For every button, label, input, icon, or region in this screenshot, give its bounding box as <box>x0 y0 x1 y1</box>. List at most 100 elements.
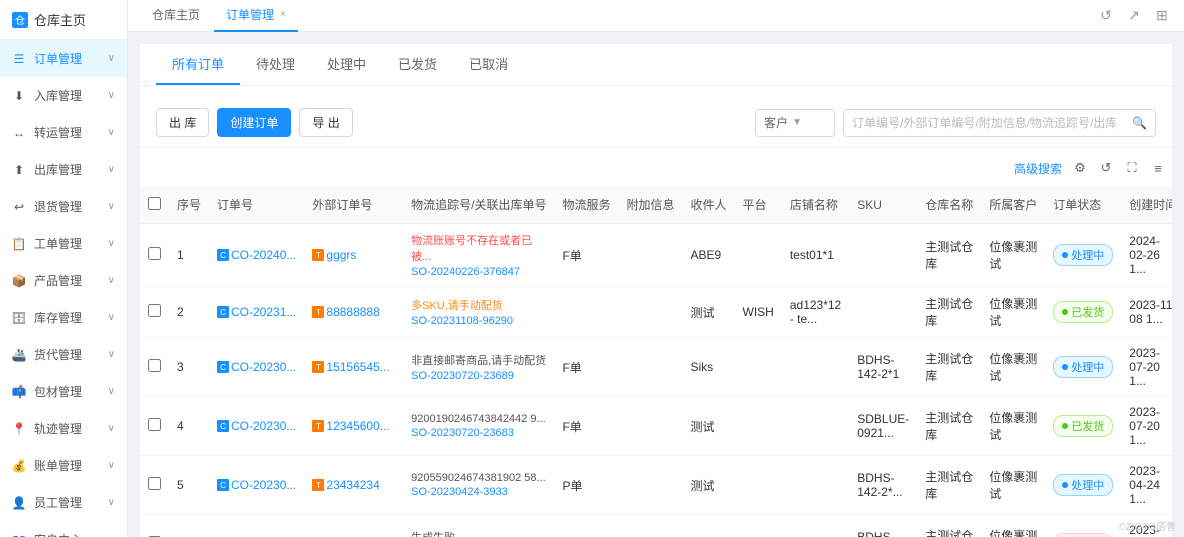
orders-table: 序号订单号外部订单号物流追踪号/关联出库单号物流服务附加信息收件人平台店铺名称S… <box>140 186 1172 537</box>
receiver-cell: 测试 <box>682 287 734 338</box>
search-input[interactable] <box>844 116 1124 130</box>
sidebar-label-product: 产品管理 <box>34 272 100 289</box>
ext-order-link[interactable]: T 12345600... <box>312 419 395 433</box>
warehouse-icon: 仓 <box>12 12 28 28</box>
sidebar-item-packaging[interactable]: 📫 包材管理 ∨ <box>0 373 127 410</box>
col-header-所属客户: 所属客户 <box>981 186 1045 224</box>
ext-order-link[interactable]: T 88888888 <box>312 305 395 319</box>
grid-icon[interactable]: ⊞ <box>1152 6 1172 26</box>
row-checkbox[interactable] <box>148 359 161 372</box>
service-cell <box>554 515 618 537</box>
logistics-so-link[interactable]: SO-20230720-23683 <box>411 427 546 439</box>
create-order-button[interactable]: 创建订单 <box>217 108 291 137</box>
filter-tab-all[interactable]: 所有订单 <box>156 44 240 85</box>
warehouse-cell: 主测试仓库 <box>917 224 981 287</box>
sidebar-item-customer[interactable]: 👥 客户中心 <box>0 521 127 537</box>
logistics-so-link[interactable]: SO-20230424-3933 <box>411 486 546 498</box>
col-header-外部订单号: 外部订单号 <box>304 186 403 224</box>
platform-cell <box>735 224 782 287</box>
logistics-so-link[interactable]: SO-20230720-23689 <box>411 370 546 382</box>
fullscreen-icon[interactable]: ⛶ <box>1122 158 1142 178</box>
tab-orders[interactable]: 订单管理 × <box>214 0 298 32</box>
row-checkbox[interactable] <box>148 418 161 431</box>
filter-tab-processing[interactable]: 处理中 <box>311 44 382 85</box>
extra-info-cell <box>618 338 682 397</box>
filter-tab-cancelled[interactable]: 已取消 <box>453 44 524 85</box>
settings-icon[interactable]: ⚙ <box>1070 158 1090 178</box>
logistics-text: 920559024674381902 58... <box>411 472 546 484</box>
refresh-icon[interactable]: ↺ <box>1096 6 1116 26</box>
sidebar-item-return[interactable]: ↩ 退货管理 ∨ <box>0 188 127 225</box>
sidebar-label-workorder: 工单管理 <box>34 235 100 252</box>
customer-placeholder: 客户 <box>764 114 788 131</box>
sidebar-item-agency[interactable]: 🚢 货代管理 ∨ <box>0 336 127 373</box>
chevron-down-icon: ▼ <box>792 117 802 128</box>
extra-info-cell <box>618 515 682 537</box>
sidebar-logo[interactable]: 仓 仓库主页 <box>0 0 127 40</box>
select-all-checkbox[interactable] <box>148 197 161 210</box>
platform-cell <box>735 397 782 456</box>
inbound-icon: ⬇ <box>12 89 26 103</box>
filter-tabs: 所有订单待处理处理中已发货已取消 <box>140 44 1172 86</box>
outbound-icon: ⬆ <box>12 163 26 177</box>
expand-icon[interactable]: ↗ <box>1124 6 1144 26</box>
sidebar-item-order[interactable]: ☰ 订单管理 ∨ <box>0 40 127 77</box>
search-button[interactable]: 🔍 <box>1124 110 1155 136</box>
order-icon: C <box>217 249 229 261</box>
row-checkbox[interactable] <box>148 477 161 490</box>
outbound-button[interactable]: 出 库 <box>156 108 209 137</box>
sidebar-item-billing[interactable]: 💰 账单管理 ∨ <box>0 447 127 484</box>
ext-order-link[interactable]: T 23434234 <box>312 478 395 492</box>
advanced-search-label[interactable]: 高级搜索 <box>1014 160 1062 177</box>
sidebar-item-tracking[interactable]: 📍 轨迹管理 ∨ <box>0 410 127 447</box>
filter-tab-pending[interactable]: 待处理 <box>240 44 311 85</box>
export-button[interactable]: 导 出 <box>299 108 352 137</box>
customer-select[interactable]: 客户 ▼ <box>755 109 835 137</box>
tab-close-orders[interactable]: × <box>280 9 286 20</box>
status-cell: 处理中 <box>1045 456 1121 515</box>
logistics-warning[interactable]: 物流账账号不存在或者已被... <box>411 232 546 264</box>
extra-info-cell <box>618 287 682 338</box>
column-settings-icon[interactable]: ≡ <box>1148 158 1168 178</box>
order-number-link[interactable]: C CO-20231... <box>217 305 296 319</box>
logistics-text: 9200190246743842442 9... <box>411 413 546 425</box>
created-time-cell: 2024-02-26 1... <box>1121 224 1172 287</box>
status-badge: 处理中 <box>1053 356 1113 378</box>
extra-info-cell <box>618 397 682 456</box>
sidebar-item-product[interactable]: 📦 产品管理 ∨ <box>0 262 127 299</box>
logistics-so-link[interactable]: SO-20240226-376847 <box>411 266 546 278</box>
sidebar-item-outbound[interactable]: ⬆ 出库管理 ∨ <box>0 151 127 188</box>
topbar: 仓库主页订单管理 × ↺ ↗ ⊞ <box>128 0 1184 32</box>
chevron-icon-inbound: ∨ <box>108 90 115 101</box>
sidebar-item-transfer[interactable]: ↔ 转运管理 ∨ <box>0 114 127 151</box>
ext-order-link[interactable]: T 15156545... <box>312 360 395 374</box>
logistics-so-link[interactable]: SO-20231108-96290 <box>411 315 546 327</box>
order-number-link[interactable]: C CO-20230... <box>217 478 296 492</box>
tab-label-orders: 订单管理 <box>226 6 274 23</box>
order-number-link[interactable]: C CO-20240... <box>217 248 296 262</box>
row-checkbox[interactable] <box>148 247 161 260</box>
refresh-table-icon[interactable]: ↺ <box>1096 158 1116 178</box>
sidebar-item-inventory[interactable]: 🗄 库存管理 ∨ <box>0 299 127 336</box>
tab-home[interactable]: 仓库主页 <box>140 0 212 32</box>
tracking-icon: 📍 <box>12 422 26 436</box>
platform-cell <box>735 338 782 397</box>
sidebar-item-staff[interactable]: 👤 员工管理 ∨ <box>0 484 127 521</box>
row-checkbox[interactable] <box>148 304 161 317</box>
sidebar-item-workorder[interactable]: 📋 工单管理 ∨ <box>0 225 127 262</box>
order-number-link[interactable]: C CO-20230... <box>217 360 296 374</box>
chevron-icon-product: ∨ <box>108 275 115 286</box>
status-dot <box>1062 482 1068 488</box>
sidebar-item-inbound[interactable]: ⬇ 入库管理 ∨ <box>0 77 127 114</box>
created-time-cell: 2023-07-20 1... <box>1121 338 1172 397</box>
col-header-平台: 平台 <box>735 186 782 224</box>
customer-cell: 位像裹测试 <box>981 224 1045 287</box>
transfer-icon: ↔ <box>12 126 26 140</box>
logistics-cell: 多SKU,请手动配货SO-20231108-96290 <box>403 287 554 338</box>
filter-tab-shipped[interactable]: 已发货 <box>382 44 453 85</box>
chevron-icon-packaging: ∨ <box>108 386 115 397</box>
content-area: 所有订单待处理处理中已发货已取消 出 库 创建订单 导 出 客户 ▼ 🔍 <box>128 32 1184 537</box>
sidebar-label-inbound: 入库管理 <box>34 87 100 104</box>
ext-order-link[interactable]: T gggrs <box>312 248 395 262</box>
order-number-link[interactable]: C CO-20230... <box>217 419 296 433</box>
